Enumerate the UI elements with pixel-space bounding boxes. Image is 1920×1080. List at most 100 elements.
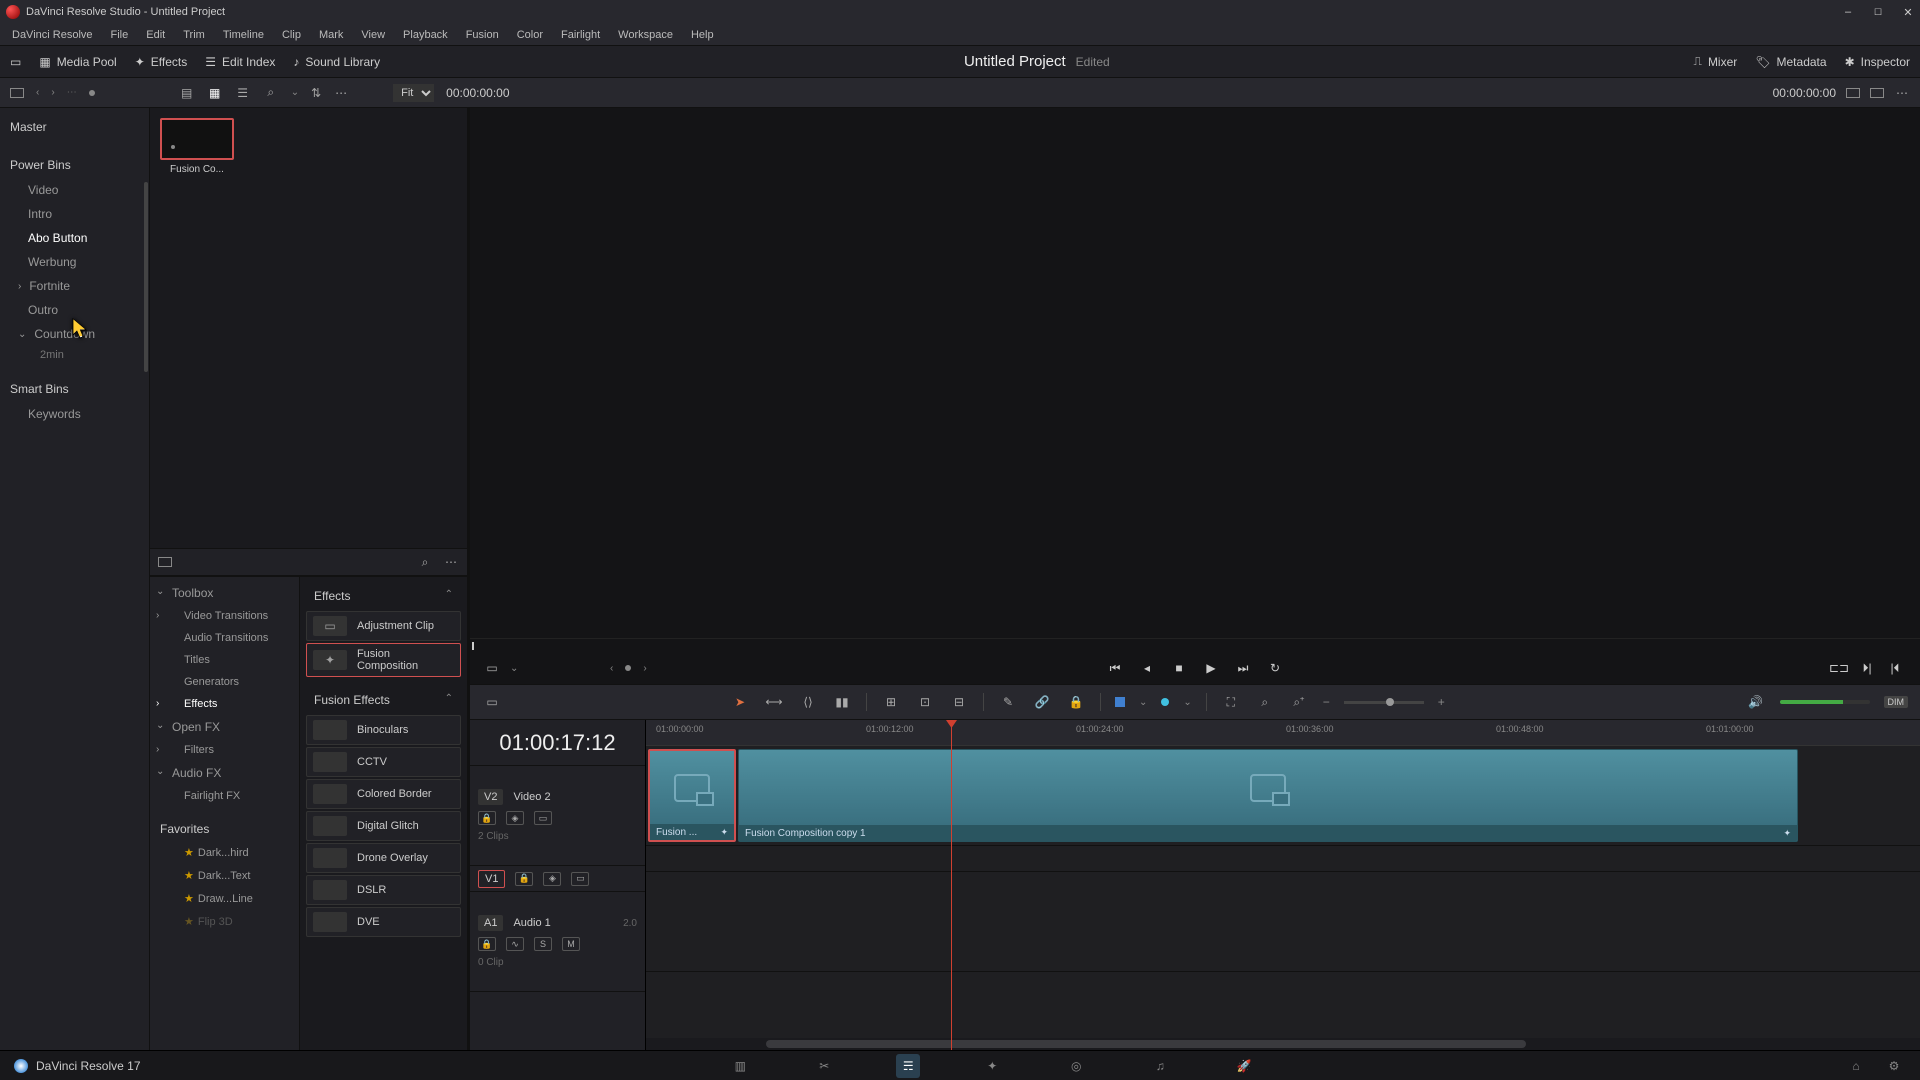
fx-adjustment-clip[interactable]: ▭Adjustment Clip (306, 611, 461, 641)
search-chev-icon[interactable]: ⌄ (291, 87, 299, 98)
bin-item-countdown[interactable]: Countdown (0, 322, 149, 346)
menu-color[interactable]: Color (509, 27, 551, 43)
menu-mark[interactable]: Mark (311, 27, 351, 43)
deliver-page-button[interactable]: 🚀 (1232, 1054, 1256, 1078)
menu-view[interactable]: View (353, 27, 393, 43)
marker-tool[interactable]: ✎ (998, 692, 1018, 712)
trim-tool[interactable]: ⟷ (764, 692, 784, 712)
track-a1[interactable] (646, 872, 1920, 972)
menu-help[interactable]: Help (683, 27, 722, 43)
search-icon[interactable]: ⌕ (263, 85, 279, 101)
menu-fairlight[interactable]: Fairlight (553, 27, 608, 43)
fairlight-page-button[interactable]: ♫ (1148, 1054, 1172, 1078)
track-header-a1[interactable]: A1 Audio 1 2.0 🔒 ∿ S M 0 Clip (470, 892, 645, 992)
stop-button[interactable]: ■ (1170, 659, 1188, 677)
media-page-button[interactable]: ▥ (728, 1054, 752, 1078)
track-v1-lock-icon[interactable]: 🔒 (515, 872, 533, 886)
fx-audiofx[interactable]: Audio FX (150, 761, 299, 785)
marker-cyan-icon[interactable] (1161, 698, 1169, 706)
fusion-page-button[interactable]: ✦ (980, 1054, 1004, 1078)
flag-chev-icon[interactable]: ⌄ (1139, 697, 1147, 708)
fx-dve[interactable]: DVE (306, 907, 461, 937)
menu-fusion[interactable]: Fusion (458, 27, 507, 43)
zoom-to-fit-icon[interactable]: ⛶ (1221, 692, 1241, 712)
fx-search-icon[interactable]: ⌕ (417, 554, 433, 570)
track-a1-mute-icon[interactable]: M (562, 937, 580, 951)
viewer-scrubber[interactable] (470, 638, 1920, 652)
fx-cat2-collapse-icon[interactable]: ⌃ (445, 693, 453, 707)
fx-options-icon[interactable]: ⋯ (443, 554, 459, 570)
project-settings-button[interactable]: ⚙ (1882, 1054, 1906, 1078)
viewer-mode-icon[interactable]: ▭ (482, 658, 502, 678)
media-clip-thumb[interactable]: Fusion Co... (160, 118, 234, 175)
fx-colored-border[interactable]: Colored Border (306, 779, 461, 809)
menu-davinci-resolve[interactable]: DaVinci Resolve (4, 27, 101, 43)
bins-scrollbar[interactable] (144, 182, 148, 372)
timeline-scrollbar[interactable] (646, 1038, 1920, 1050)
track-a1-solo-icon[interactable]: S (534, 937, 552, 951)
link-tool[interactable]: 🔗 (1032, 692, 1052, 712)
track-header-v2[interactable]: V2 Video 2 🔒 ◈ ▭ 2 Clips (470, 766, 645, 866)
fx-fusion-composition[interactable]: ✦Fusion Composition (306, 643, 461, 677)
viewer-options-icon[interactable]: ⋯ (1894, 85, 1910, 101)
power-bins-header[interactable]: Power Bins (0, 152, 149, 178)
flag-blue-icon[interactable] (1115, 697, 1125, 707)
timeline-ruler[interactable]: 01:00:00:0001:00:12:0001:00:24:0001:00:3… (646, 720, 1920, 746)
view-grid-icon[interactable]: ▦ (207, 85, 223, 101)
nav-fwd-icon[interactable]: › (51, 87, 54, 98)
match-prev-icon[interactable]: ‹ (610, 663, 613, 674)
step-back-button[interactable]: ◂ (1138, 659, 1156, 677)
mixer-button[interactable]: ⎍ Mixer (1694, 54, 1738, 69)
fx-generators[interactable]: Generators (150, 671, 299, 693)
menu-workspace[interactable]: Workspace (610, 27, 681, 43)
fx-dslr[interactable]: DSLR (306, 875, 461, 905)
goto-start-button[interactable]: ⏮ (1106, 659, 1124, 677)
home-button[interactable]: ⌂ (1844, 1054, 1868, 1078)
fx-cat-collapse-icon[interactable]: ⌃ (445, 589, 453, 603)
fx-digital-glitch[interactable]: Digital Glitch (306, 811, 461, 841)
clip-fusion-2[interactable]: Fusion Composition copy 1✦ (738, 749, 1798, 842)
view-thumb-icon[interactable]: ▤ (179, 85, 195, 101)
effects-button[interactable]: ✦ Effects (135, 55, 188, 69)
window-minimize-button[interactable] (1842, 6, 1854, 18)
media-pool-grid[interactable]: Fusion Co... (150, 108, 467, 548)
fullscreen-toggle[interactable]: ▭ (10, 55, 21, 69)
track-a1-lock-icon[interactable]: 🔒 (478, 937, 496, 951)
play-button[interactable]: ▶ (1202, 659, 1220, 677)
clip-fusion-1[interactable]: Fusion ...✦ (648, 749, 736, 842)
sound-library-button[interactable]: ♪ Sound Library (293, 55, 380, 69)
metadata-button[interactable]: 🏷 Metadata (1755, 55, 1826, 69)
track-a1-curve-icon[interactable]: ∿ (506, 937, 524, 951)
bin-item-intro[interactable]: Intro (0, 202, 149, 226)
inspector-button[interactable]: ✱ Inspector (1845, 55, 1910, 69)
smart-bins-header[interactable]: Smart Bins (0, 376, 149, 402)
replace-clip-tool[interactable]: ⊟ (949, 692, 969, 712)
fx-video-transitions[interactable]: Video Transitions (150, 605, 299, 627)
fx-filters[interactable]: Filters (150, 739, 299, 761)
fx-toolbox[interactable]: Toolbox (150, 581, 299, 605)
fx-drone-overlay[interactable]: Drone Overlay (306, 843, 461, 873)
fx-audio-transitions[interactable]: Audio Transitions (150, 627, 299, 649)
window-close-button[interactable] (1902, 6, 1914, 18)
fx-fav-2[interactable]: ★Draw...Line (150, 887, 299, 910)
loop-button[interactable]: ↻ (1266, 659, 1284, 677)
nav-back-icon[interactable]: ‹ (36, 87, 39, 98)
playhead[interactable] (951, 720, 952, 1050)
nav-dots[interactable]: ⋯ (67, 87, 77, 98)
step-fwd-button[interactable]: ⏭ (1234, 659, 1252, 677)
viewer-mode-chev-icon[interactable]: ⌄ (510, 663, 518, 674)
fx-fav-1[interactable]: ★Dark...Text (150, 864, 299, 887)
color-page-button[interactable]: ◎ (1064, 1054, 1088, 1078)
menu-clip[interactable]: Clip (274, 27, 309, 43)
bin-item-countdown-2min[interactable]: 2min (0, 346, 149, 364)
menu-trim[interactable]: Trim (175, 27, 213, 43)
fx-fav-3[interactable]: ★Flip 3D (150, 910, 299, 933)
bin-item-werbung[interactable]: Werbung (0, 250, 149, 274)
viewer-zoom-select[interactable]: Fit (393, 84, 434, 102)
fx-cctv[interactable]: CCTV (306, 747, 461, 777)
zoom-out-button[interactable]: − (1323, 695, 1330, 709)
zoom-in-button[interactable]: + (1438, 695, 1445, 709)
match-frame-button[interactable]: ⊏⊐ (1830, 659, 1848, 677)
detail-zoom-icon[interactable]: ⌕ (1255, 692, 1275, 712)
track-header-v1[interactable]: V1 🔒 ◈ ▭ (470, 866, 645, 892)
